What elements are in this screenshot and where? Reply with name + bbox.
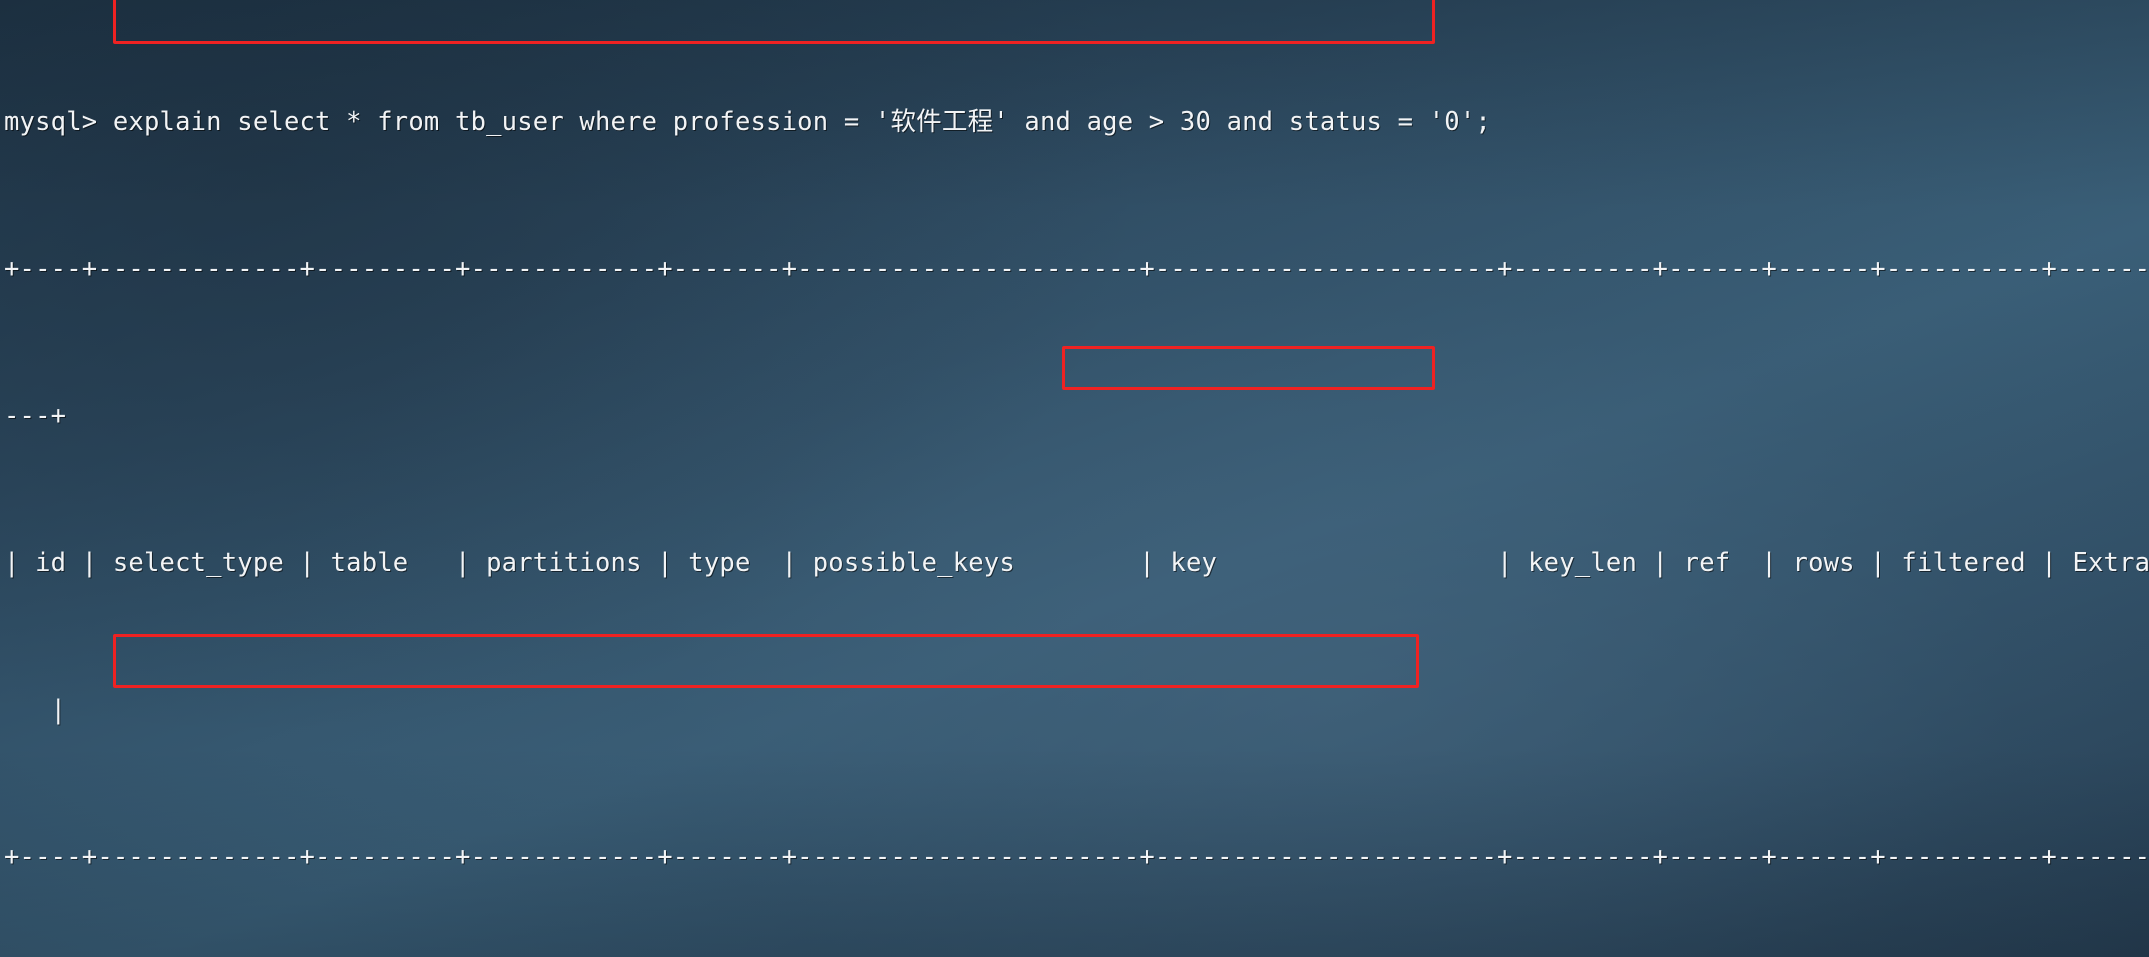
terminal-line-rule: +----+-------------+---------+----------… — [4, 254, 2149, 284]
terminal-line-prompt-1: mysql> explain select * from tb_user whe… — [4, 107, 1491, 137]
terminal-line-header: | id | select_type | table | partitions … — [4, 548, 2149, 578]
terminal-line-rule-wrap: ---+ — [4, 401, 67, 431]
mysql-terminal-window[interactable]: mysql> explain select * from tb_user whe… — [0, 0, 2149, 957]
terminal-console-output[interactable]: mysql> explain select * from tb_user whe… — [0, 0, 2149, 957]
terminal-line-header-wrap: | — [4, 695, 67, 725]
terminal-line-rule: +----+-------------+---------+----------… — [4, 842, 2149, 872]
